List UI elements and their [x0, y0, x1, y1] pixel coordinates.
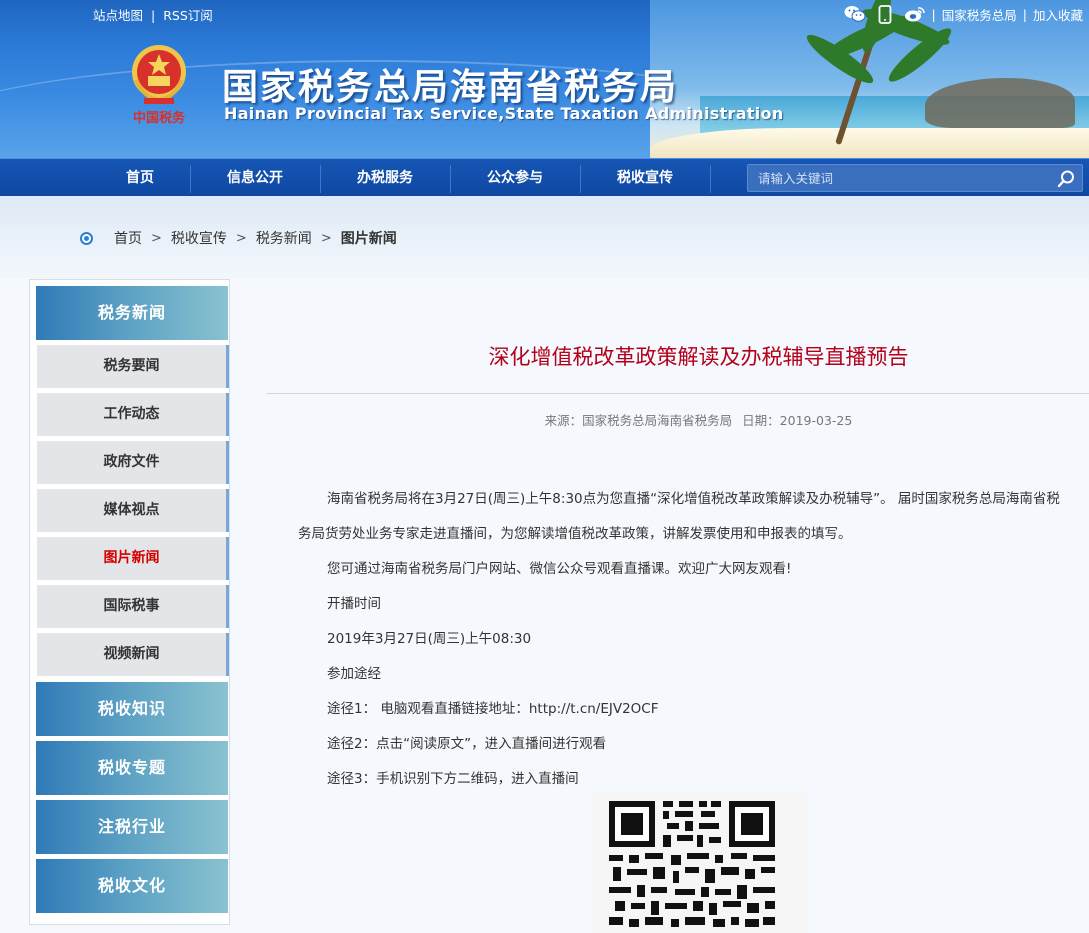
- sidebar-item-international-tax[interactable]: 国际税事: [37, 585, 229, 628]
- qr-code-image: [591, 791, 808, 933]
- article-source: 来源：国家税务总局海南省税务局: [544, 413, 733, 428]
- emblem-text: 中国税务: [133, 110, 186, 126]
- article-meta: 来源：国家税务总局海南省税务局 日期：2019-03-25: [266, 410, 1089, 429]
- sidebar-section-tax-topics[interactable]: 税收专题: [36, 741, 228, 795]
- article-paragraph: 您可通过海南省税务局门户网站、微信公众号观看直播课。欢迎广大网友观看!: [327, 561, 792, 577]
- sidebar-item-tax-headlines[interactable]: 税务要闻: [37, 345, 229, 388]
- nav-item-tax-publicity[interactable]: 税收宣传: [580, 159, 710, 197]
- nav-item-home[interactable]: 首页: [75, 159, 205, 197]
- breadcrumb-band: 首页 > 税收宣传 > 税务新闻 > 图片新闻: [0, 196, 1089, 278]
- nav-item-info-disclosure[interactable]: 信息公开: [190, 159, 320, 197]
- article-paragraph: 途径2：点击“阅读原文”，进入直播间进行观看: [327, 736, 607, 752]
- article-paragraph: 开播时间: [327, 596, 381, 612]
- nav-item-tax-service[interactable]: 办税服务: [320, 159, 450, 197]
- sidebar-section-tax-news[interactable]: 税务新闻: [36, 286, 228, 340]
- header-rock-decoration: [925, 78, 1075, 128]
- site-title-english: Hainan Provincial Tax Service,State Taxa…: [224, 104, 784, 123]
- sitemap-link[interactable]: 站点地图: [93, 8, 143, 23]
- article-divider: [266, 393, 1089, 394]
- breadcrumb-tax-publicity[interactable]: 税收宣传: [171, 228, 227, 248]
- article-paragraph: 务局货劳处业务专家走进直播间，为您解读增值税改革政策，讲解发票使用和申报表的填写…: [298, 526, 852, 542]
- sidebar-item-media-views[interactable]: 媒体视点: [37, 489, 229, 532]
- add-favorite-link[interactable]: 加入收藏: [1033, 5, 1083, 24]
- sidebar-item-video-news[interactable]: 视频新闻: [37, 633, 229, 676]
- mobile-icon[interactable]: [874, 4, 896, 24]
- wechat-icon[interactable]: [844, 4, 866, 24]
- breadcrumb-home[interactable]: 首页: [114, 228, 142, 248]
- article-paragraph: 海南省税务局将在3月27日(周三)上午8:30点为您直播“深化增值税改革政策解读…: [327, 491, 1060, 507]
- sat-link[interactable]: 国家税务总局: [942, 5, 1017, 24]
- article-paragraph: 参加途经: [327, 666, 381, 682]
- breadcrumb-tax-news[interactable]: 税务新闻: [256, 228, 312, 248]
- chevron-right-icon: >: [320, 230, 332, 246]
- search-icon[interactable]: [1056, 169, 1076, 189]
- rss-link[interactable]: RSS订阅: [163, 8, 213, 23]
- sidebar-section-tax-knowledge[interactable]: 税收知识: [36, 682, 228, 736]
- breadcrumb: 首页 > 税收宣传 > 税务新闻 > 图片新闻: [114, 228, 397, 248]
- top-right-links: | 国家税务总局 | 加入收藏: [836, 4, 1083, 24]
- article-paragraph: 途径3：手机识别下方二维码，进入直播间: [327, 771, 579, 787]
- breadcrumb-current: 图片新闻: [340, 231, 397, 247]
- weibo-icon[interactable]: [904, 4, 926, 24]
- location-dot-icon: [80, 232, 93, 245]
- tax-emblem-logo[interactable]: 中国税务: [126, 40, 192, 128]
- sidebar: 税务新闻 税务要闻 工作动态 政府文件 媒体视点 图片新闻 国际税事 视频新闻 …: [29, 279, 230, 925]
- article-paragraph: 途径1： 电脑观看直播链接地址：http://t.cn/EJV2OCF: [327, 701, 659, 717]
- qr-code-icon: [591, 791, 808, 933]
- header-sand-decoration: [650, 128, 1089, 158]
- sidebar-item-government-documents[interactable]: 政府文件: [37, 441, 229, 484]
- search-input[interactable]: [748, 165, 1048, 191]
- nav-item-public-participation[interactable]: 公众参与: [450, 159, 580, 197]
- article-title: 深化增值税改革政策解读及办税辅导直播预告: [488, 345, 909, 369]
- article-date: 日期：2019-03-25: [742, 413, 853, 428]
- site-header: 站点地图 | RSS订阅 | 国家税务总局 | 加入收藏 中国税务 国家税务总局海南…: [0, 0, 1089, 158]
- sidebar-section-tax-agents[interactable]: 注税行业: [36, 800, 228, 854]
- site-title: 国家税务总局海南省税务局: [222, 67, 679, 108]
- main-nav: 首页 信息公开 办税服务 公众参与 税收宣传: [0, 158, 1089, 196]
- chevron-right-icon: >: [235, 230, 247, 246]
- top-links: 站点地图 | RSS订阅: [93, 8, 213, 23]
- chevron-right-icon: >: [151, 230, 162, 246]
- article-paragraph: 2019年3月27日(周三)上午08:30: [327, 631, 532, 647]
- sidebar-section-tax-culture[interactable]: 税收文化: [36, 859, 228, 913]
- search-box: [747, 164, 1083, 192]
- sidebar-item-work-updates[interactable]: 工作动态: [37, 393, 229, 436]
- sidebar-item-photo-news[interactable]: 图片新闻: [37, 537, 229, 580]
